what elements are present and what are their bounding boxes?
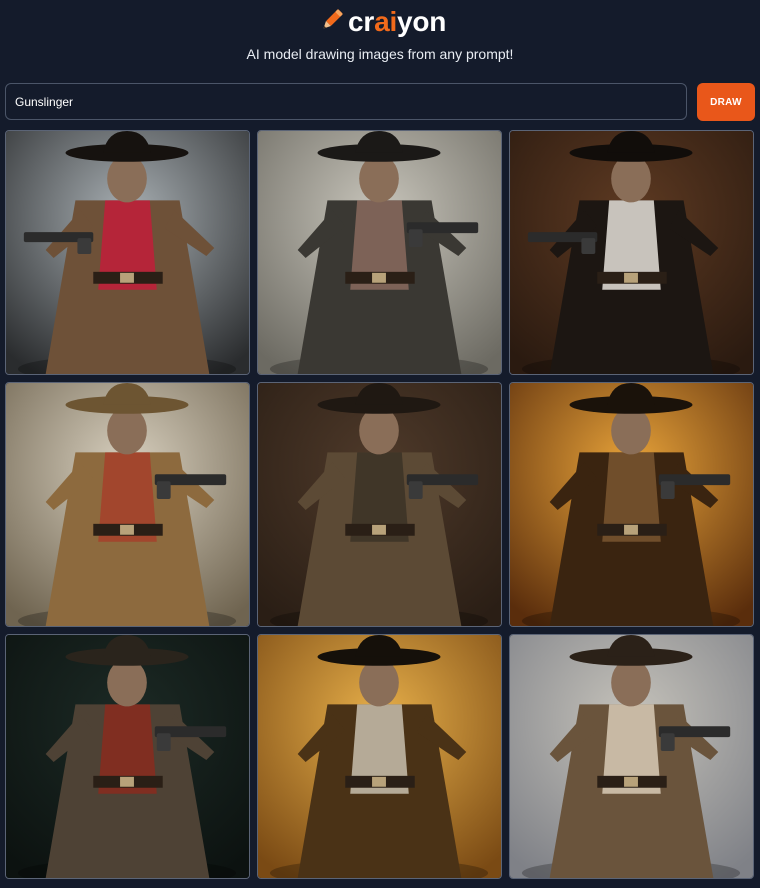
gunslinger-illustration bbox=[510, 635, 753, 878]
generated-image-1[interactable] bbox=[5, 130, 250, 375]
tagline: AI model drawing images from any prompt! bbox=[246, 46, 514, 62]
generated-image-7[interactable] bbox=[5, 634, 250, 879]
gunslinger-illustration bbox=[258, 383, 501, 626]
gunslinger-illustration bbox=[258, 131, 501, 374]
header: craiyon AI model drawing images from any… bbox=[0, 0, 760, 80]
generated-image-3[interactable] bbox=[509, 130, 754, 375]
app-name: craiyon bbox=[348, 6, 447, 37]
gunslinger-illustration bbox=[510, 383, 753, 626]
gunslinger-illustration bbox=[510, 131, 753, 374]
prompt-input[interactable] bbox=[5, 83, 687, 120]
gunslinger-illustration bbox=[6, 383, 249, 626]
generated-image-6[interactable] bbox=[509, 382, 754, 627]
gunslinger-illustration bbox=[6, 131, 249, 374]
craiyon-logo[interactable]: craiyon bbox=[318, 4, 446, 40]
generated-image-2[interactable] bbox=[257, 130, 502, 375]
pencil-icon bbox=[318, 6, 346, 39]
generated-image-4[interactable] bbox=[5, 382, 250, 627]
gunslinger-illustration bbox=[258, 635, 501, 878]
draw-button[interactable]: DRAW bbox=[697, 83, 755, 121]
generated-image-9[interactable] bbox=[509, 634, 754, 879]
gunslinger-illustration bbox=[6, 635, 249, 878]
generated-image-5[interactable] bbox=[257, 382, 502, 627]
generated-image-8[interactable] bbox=[257, 634, 502, 879]
results-grid bbox=[5, 130, 755, 880]
